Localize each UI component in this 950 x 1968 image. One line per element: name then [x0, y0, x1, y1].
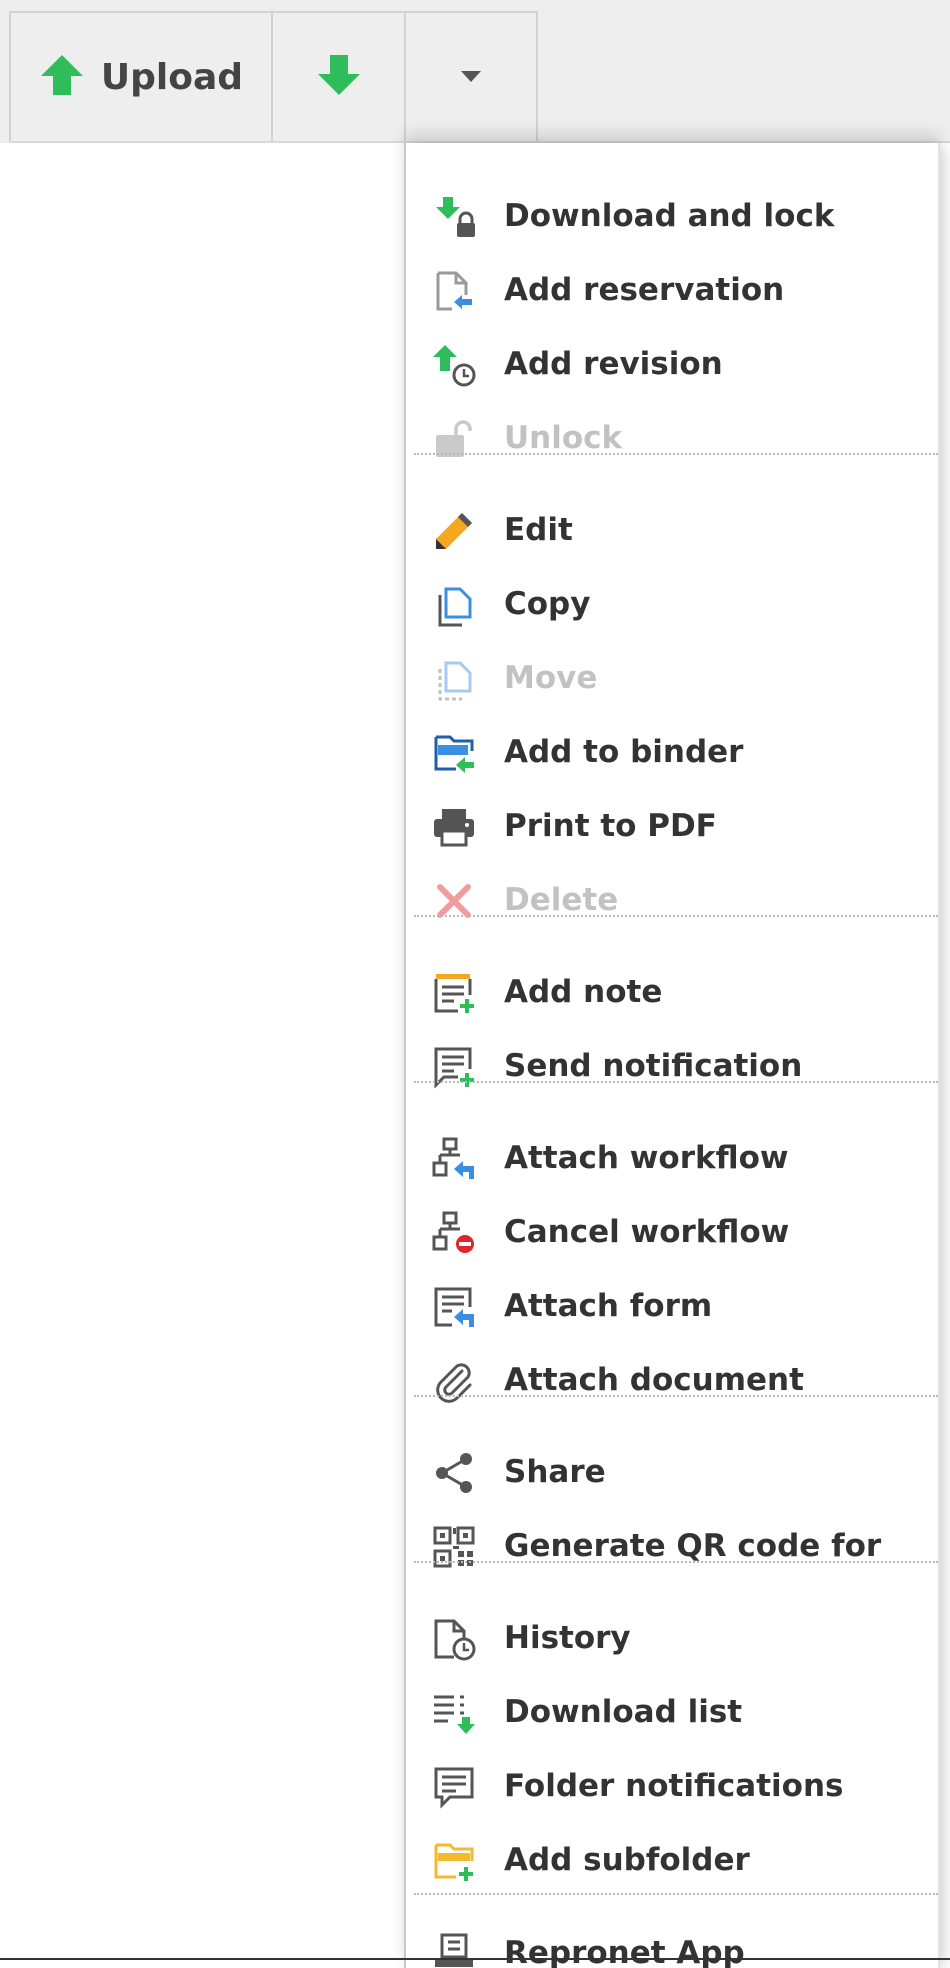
menu-item-delete[interactable]: Delete: [406, 863, 938, 937]
menu-item-label: History: [504, 1620, 631, 1656]
upload-label: Upload: [100, 56, 244, 98]
menu-divider: [414, 1561, 938, 1563]
menu-item-attach-form[interactable]: Attach form: [406, 1269, 938, 1343]
menu-item-share[interactable]: Share: [406, 1435, 938, 1509]
menu-item-label: Edit: [504, 512, 573, 548]
menu-item-label: Print to PDF: [504, 808, 717, 844]
menu-item-label: Copy: [504, 586, 591, 622]
move-icon: [432, 657, 476, 701]
menu-item-label: Generate QR code for: [504, 1528, 882, 1564]
menu-item-add-to-binder[interactable]: Add to binder: [406, 715, 938, 789]
caret-down-icon: [461, 68, 481, 87]
menu-item-unlock[interactable]: Unlock: [406, 401, 938, 475]
window-bottom-edge: [0, 1958, 950, 1960]
menu-item-move[interactable]: Move: [406, 641, 938, 715]
menu-divider: [414, 1081, 938, 1083]
menu-item-label: Download and lock: [504, 198, 835, 234]
menu-divider: [414, 915, 938, 917]
menu-item-copy[interactable]: Copy: [406, 567, 938, 641]
menu-item-repronet-app[interactable]: Repronet App: [406, 1916, 938, 1968]
menu-item-add-subfolder[interactable]: Add subfolder: [406, 1823, 938, 1897]
download-lock-icon: [432, 195, 476, 239]
cancel-workflow-icon: [432, 1211, 476, 1255]
more-actions-dropdown-button[interactable]: [404, 11, 538, 143]
menu-item-label: Add reservation: [504, 272, 785, 308]
attach-workflow-icon: [432, 1137, 476, 1181]
menu-item-folder-notifications[interactable]: Folder notifications: [406, 1749, 938, 1823]
menu-item-label: Share: [504, 1454, 606, 1490]
menu-item-cancel-workflow[interactable]: Cancel workflow: [406, 1195, 938, 1269]
menu-item-label: Attach workflow: [504, 1140, 789, 1176]
menu-item-add-revision[interactable]: Add revision: [406, 327, 938, 401]
folder-notifications-icon: [432, 1765, 476, 1809]
add-to-binder-icon: [432, 731, 476, 775]
toolbar: Upload: [0, 0, 950, 143]
add-reservation-icon: [432, 269, 476, 313]
menu-item-label: Cancel workflow: [504, 1214, 790, 1250]
menu-item-add-note[interactable]: Add note: [406, 955, 938, 1029]
download-button[interactable]: [271, 11, 404, 143]
download-list-icon: [432, 1691, 476, 1735]
menu-item-download-and-lock[interactable]: Download and lock: [406, 179, 938, 253]
copy-icon: [432, 583, 476, 627]
history-icon: [432, 1617, 476, 1661]
menu-item-download-list[interactable]: Download list: [406, 1675, 938, 1749]
menu-item-label: Add revision: [504, 346, 723, 382]
menu-item-label: Add to binder: [504, 734, 744, 770]
menu-item-label: Repronet App: [504, 1935, 745, 1968]
menu-item-label: Attach form: [504, 1288, 713, 1324]
menu-item-attach-document[interactable]: Attach document: [406, 1343, 938, 1417]
repronet-app-icon: [432, 1932, 476, 1968]
upload-button[interactable]: Upload: [9, 11, 271, 143]
menu-item-generate-qr-code[interactable]: Generate QR code for: [406, 1509, 938, 1583]
menu-item-label: Unlock: [504, 420, 623, 456]
share-icon: [432, 1451, 476, 1495]
menu-divider: [414, 453, 938, 455]
menu-item-attach-workflow[interactable]: Attach workflow: [406, 1121, 938, 1195]
menu-divider: [414, 1893, 938, 1895]
download-arrow-icon: [316, 53, 362, 101]
add-subfolder-icon: [432, 1839, 476, 1883]
menu-item-add-reservation[interactable]: Add reservation: [406, 253, 938, 327]
add-note-icon: [432, 971, 476, 1015]
add-revision-icon: [432, 343, 476, 387]
menu-item-print-to-pdf[interactable]: Print to PDF: [406, 789, 938, 863]
menu-divider: [414, 1395, 938, 1397]
upload-arrow-icon: [39, 53, 85, 101]
content-area: [0, 143, 404, 1958]
menu-item-label: Download list: [504, 1694, 743, 1730]
pencil-icon: [432, 509, 476, 553]
printer-icon: [432, 805, 476, 849]
menu-item-send-notification[interactable]: Send notification: [406, 1029, 938, 1103]
menu-item-label: Attach document: [504, 1362, 804, 1398]
attach-form-icon: [432, 1285, 476, 1329]
menu-item-label: Delete: [504, 882, 619, 918]
menu-item-label: Add note: [504, 974, 663, 1010]
menu-item-label: Add subfolder: [504, 1842, 750, 1878]
menu-item-label: Folder notifications: [504, 1768, 844, 1804]
menu-item-history[interactable]: History: [406, 1601, 938, 1675]
menu-item-label: Send notification: [504, 1048, 803, 1084]
actions-dropdown-menu: Download and lock Add reservation Add re…: [404, 143, 940, 1968]
menu-item-edit[interactable]: Edit: [406, 493, 938, 567]
menu-item-label: Move: [504, 660, 598, 696]
